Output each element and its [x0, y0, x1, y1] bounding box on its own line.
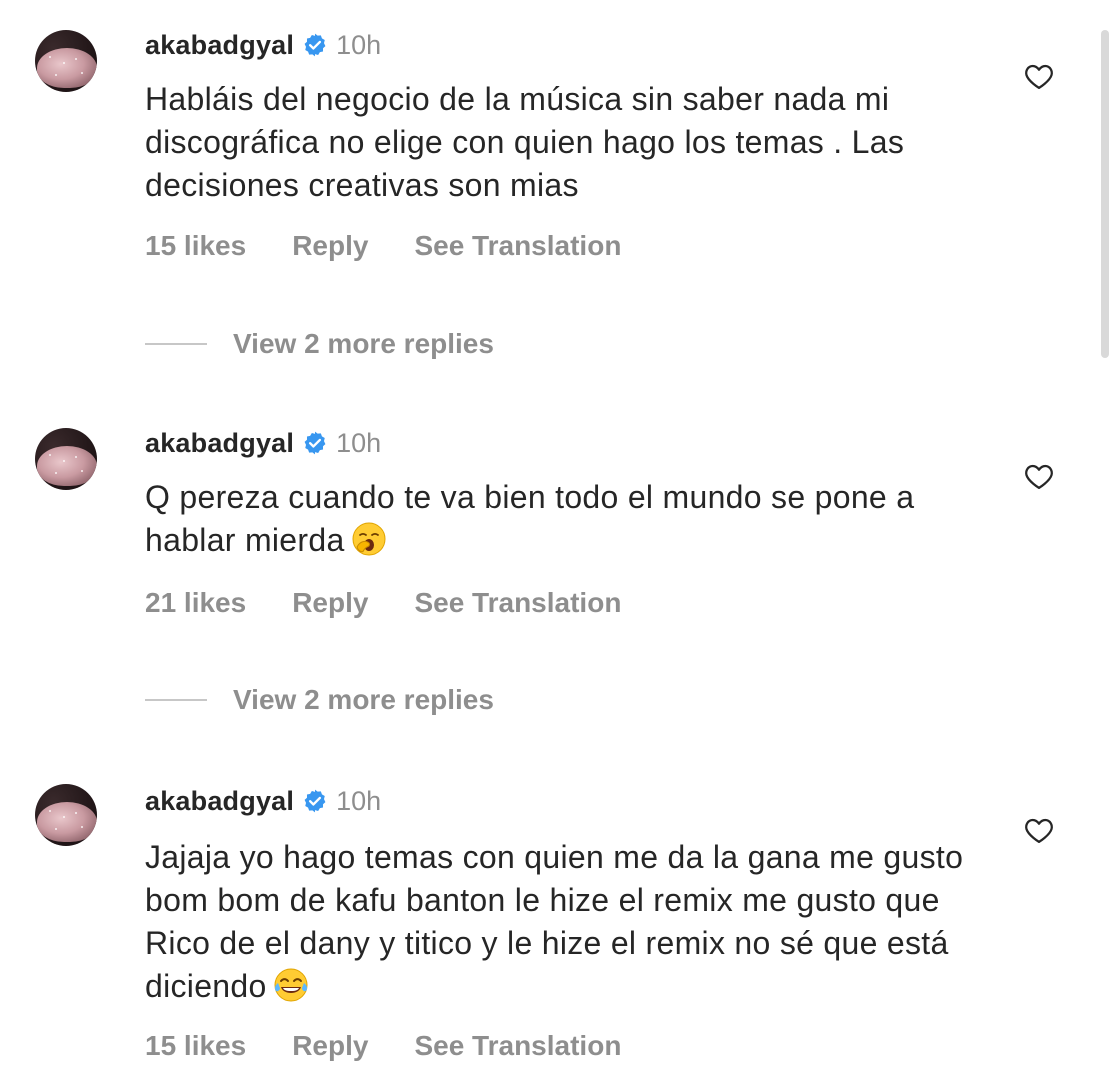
- scrollbar[interactable]: [1101, 30, 1109, 358]
- comment-header: akabadgyal 10h: [145, 28, 381, 62]
- like-heart-icon[interactable]: [1024, 816, 1054, 844]
- avatar[interactable]: [35, 30, 97, 92]
- comment-actions: 15 likes Reply See Translation: [145, 1030, 621, 1062]
- likes-count[interactable]: 15 likes: [145, 230, 246, 262]
- view-more-replies-button[interactable]: View 2 more replies: [145, 684, 494, 716]
- timestamp: 10h: [336, 427, 382, 458]
- reply-button[interactable]: Reply: [292, 1030, 368, 1062]
- comment-actions: 21 likes Reply See Translation: [145, 587, 621, 619]
- comment-body: Jajaja yo hago temas con quien me da la …: [145, 839, 964, 1004]
- comment-header: akabadgyal 10h: [145, 426, 381, 460]
- comment-body: Habláis del negocio de la música sin sab…: [145, 81, 905, 203]
- avatar-lips-image: [37, 802, 97, 842]
- see-translation-button[interactable]: See Translation: [414, 587, 621, 619]
- face-with-tears-of-joy-icon: [274, 968, 308, 1002]
- avatar[interactable]: [35, 428, 97, 490]
- yawning-face-icon: [352, 522, 386, 556]
- timestamp: 10h: [336, 785, 382, 816]
- reply-button[interactable]: Reply: [292, 230, 368, 262]
- username[interactable]: akabadgyal: [145, 786, 294, 817]
- verified-badge-icon: [304, 431, 326, 455]
- avatar-lips-image: [37, 446, 97, 486]
- divider-line: [145, 343, 207, 345]
- comment-actions: 15 likes Reply See Translation: [145, 230, 621, 262]
- username[interactable]: akabadgyal: [145, 30, 294, 61]
- timestamp: 10h: [336, 29, 382, 60]
- divider-line: [145, 699, 207, 701]
- likes-count[interactable]: 15 likes: [145, 1030, 246, 1062]
- like-heart-icon[interactable]: [1024, 62, 1054, 90]
- comment-text: Habláis del negocio de la música sin sab…: [145, 78, 1005, 207]
- comment-header: akabadgyal 10h: [145, 784, 381, 818]
- like-heart-icon[interactable]: [1024, 462, 1054, 490]
- comment-text: Jajaja yo hago temas con quien me da la …: [145, 836, 975, 1008]
- likes-count[interactable]: 21 likes: [145, 587, 246, 619]
- verified-badge-icon: [304, 33, 326, 57]
- avatar-lips-image: [37, 48, 97, 88]
- see-translation-button[interactable]: See Translation: [414, 230, 621, 262]
- view-more-replies-label: View 2 more replies: [233, 328, 494, 359]
- comment-text: Q pereza cuando te va bien todo el mundo…: [145, 476, 1005, 562]
- reply-button[interactable]: Reply: [292, 587, 368, 619]
- see-translation-button[interactable]: See Translation: [414, 1030, 621, 1062]
- verified-badge-icon: [304, 789, 326, 813]
- comment-body: Q pereza cuando te va bien todo el mundo…: [145, 479, 915, 558]
- view-more-replies-label: View 2 more replies: [233, 684, 494, 715]
- view-more-replies-button[interactable]: View 2 more replies: [145, 328, 494, 360]
- username[interactable]: akabadgyal: [145, 428, 294, 459]
- avatar[interactable]: [35, 784, 97, 846]
